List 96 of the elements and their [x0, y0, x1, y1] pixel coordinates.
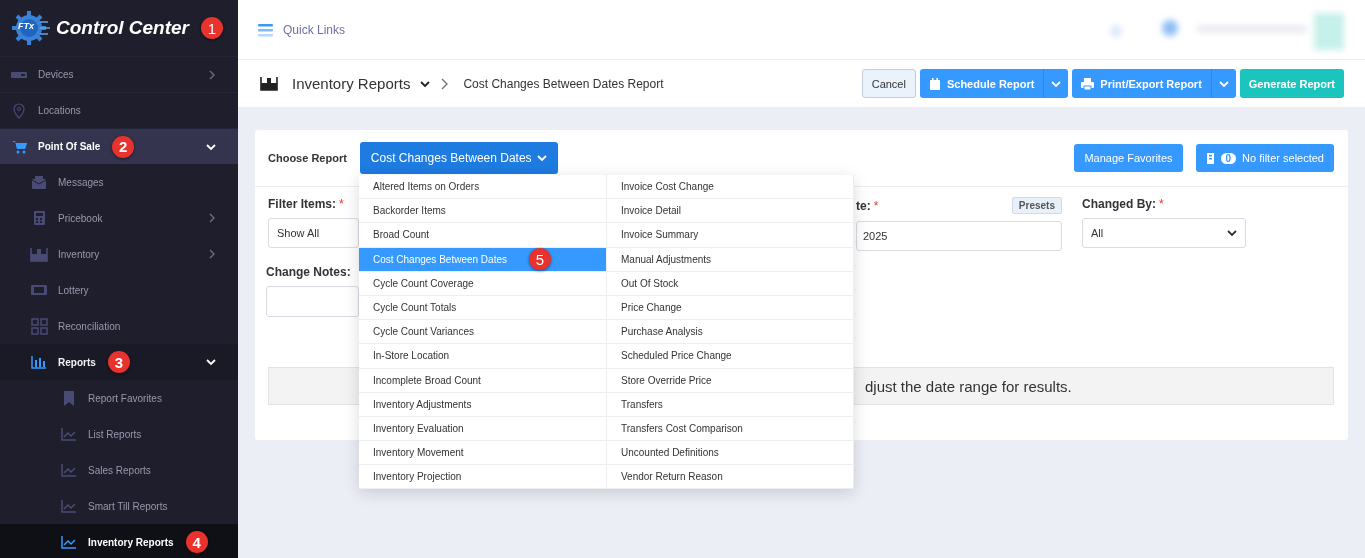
step-badge: 2: [112, 135, 135, 158]
sidebar-item[interactable]: List Reports: [0, 416, 238, 452]
logo-mark: FTx: [18, 21, 34, 31]
warehouse-icon: [30, 246, 48, 262]
field-label: Filter Items:: [268, 197, 336, 211]
step-badge: 3: [107, 351, 130, 373]
sidebar-item[interactable]: Reports 3: [0, 344, 238, 380]
menu-item[interactable]: Price Change: [607, 295, 854, 321]
required-asterisk: *: [1159, 197, 1164, 211]
menu-item[interactable]: Scheduled Price Change: [607, 344, 854, 369]
line-chart-icon: [61, 463, 77, 477]
menu-item[interactable]: Cycle Count Coverage: [359, 271, 607, 296]
required-asterisk: *: [873, 198, 879, 213]
chevron-right-icon: [208, 69, 216, 80]
dropdown-toggle[interactable]: [1210, 69, 1236, 98]
field-label: Change Notes:: [266, 265, 351, 279]
calculator-icon: [32, 210, 46, 226]
grid-icon: [30, 317, 48, 335]
menu-item[interactable]: Store Override Price: [607, 368, 854, 393]
menu-item[interactable]: Incomplete Broad Count: [359, 368, 607, 393]
sidebar-item[interactable]: Smart Till Reports: [0, 488, 238, 524]
menu-item[interactable]: Out Of Stock: [607, 271, 854, 296]
chevron-down-icon: [1051, 79, 1062, 88]
sidebar-item[interactable]: Point Of Sale 2: [0, 128, 238, 164]
menu-item[interactable]: Inventory Projection: [359, 465, 607, 490]
location-pin-icon: [12, 102, 26, 119]
menu-item[interactable]: Cycle Count Totals: [359, 295, 607, 321]
menu-item[interactable]: Inventory Evaluation: [359, 416, 607, 442]
field-label: Changed By:: [1082, 197, 1156, 211]
changed-by-select[interactable]: All: [1082, 218, 1246, 248]
sidebar-item[interactable]: Messages: [0, 164, 238, 200]
menu-item[interactable]: Cost Changes Between Dates 5: [359, 247, 607, 272]
menu-item[interactable]: Transfers Cost Comparison: [607, 416, 854, 442]
sidebar-item[interactable]: Sales Reports: [0, 452, 238, 488]
line-chart-icon: [61, 535, 77, 549]
chevron-down-icon: [420, 79, 431, 88]
mail-icon: [31, 174, 47, 190]
document-icon: [1205, 151, 1215, 165]
dropdown-toggle[interactable]: [1043, 69, 1069, 98]
menu-item[interactable]: Uncounted Definitions: [607, 441, 854, 466]
menu-item[interactable]: Altered Items on Orders: [359, 175, 607, 200]
gear-logo-icon: [12, 10, 52, 46]
line-chart-icon: [61, 427, 77, 441]
sidebar-item[interactable]: Pricebook: [0, 200, 238, 236]
chevron-right-icon: [208, 249, 216, 259]
line-chart-icon: [61, 499, 77, 513]
filter-select[interactable]: Show All: [268, 218, 359, 248]
cart-icon: [10, 139, 28, 154]
menu-item[interactable]: Manual Adjustments: [607, 247, 854, 272]
warehouse-icon: [260, 76, 278, 91]
menu-item[interactable]: Backorder Items: [359, 199, 607, 224]
chevron-down-icon: [206, 358, 216, 366]
menu-item[interactable]: Purchase Analysis: [607, 320, 854, 345]
menu-item[interactable]: Broad Count: [359, 223, 607, 248]
menu-item[interactable]: Invoice Summary: [607, 223, 854, 248]
chevron-down-icon: [536, 154, 547, 162]
sidebar-item[interactable]: Inventory Reports 4: [0, 524, 238, 558]
chevron-down-icon: [206, 142, 216, 151]
sidebar-item[interactable]: Inventory: [0, 236, 238, 272]
menu-item[interactable]: Inventory Adjustments: [359, 392, 607, 417]
menu-item[interactable]: Inventory Movement: [359, 441, 607, 466]
chevron-down-icon: [1218, 79, 1229, 88]
menu-item[interactable]: Vendor Return Reason: [607, 465, 854, 490]
step-badge: 5: [528, 248, 551, 271]
step-badge: 1: [201, 17, 223, 39]
calendar-icon: [928, 77, 941, 90]
menu-item[interactable]: Transfers: [607, 392, 854, 417]
notes-field[interactable]: [266, 286, 359, 317]
sidebar-item[interactable]: Report Favorites: [0, 380, 238, 416]
menu-item[interactable]: Invoice Cost Change: [607, 175, 854, 200]
chevron-down-icon: [1227, 229, 1237, 237]
page-title: Cost Changes Between Dates Report: [463, 76, 664, 91]
field-label: Choose Report: [268, 152, 347, 164]
cancel-button[interactable]: Cancel: [861, 69, 916, 98]
section-title[interactable]: Inventory Reports: [292, 75, 411, 92]
sidebar-item[interactable]: Reconciliation: [0, 308, 238, 344]
sidebar-item[interactable]: Lottery: [0, 272, 238, 308]
menu-item[interactable]: Invoice Detail: [607, 199, 854, 224]
chevron-right-icon: [208, 213, 216, 223]
field-label: te:: [856, 198, 871, 213]
bookmark-icon: [63, 390, 75, 406]
printer-icon: [1081, 77, 1095, 90]
menu-item[interactable]: In-Store Location: [359, 344, 607, 369]
date-field[interactable]: 2025: [856, 221, 1062, 251]
required-asterisk: *: [339, 197, 344, 211]
bar-chart-icon: [31, 355, 47, 369]
chevron-right-icon: [440, 77, 450, 90]
menu-icon: [258, 22, 273, 37]
presets-button[interactable]: Presets: [1011, 197, 1062, 214]
ticket-icon: [30, 283, 48, 297]
quick-links-link[interactable]: Quick Links: [283, 22, 346, 37]
step-badge: 4: [185, 531, 208, 553]
sidebar-item[interactable]: Devices: [0, 56, 238, 92]
app-title: Control Center: [56, 17, 189, 39]
menu-item[interactable]: Cycle Count Variances: [359, 320, 607, 345]
report-dropdown[interactable]: Cost Changes Between Dates: [359, 142, 558, 174]
